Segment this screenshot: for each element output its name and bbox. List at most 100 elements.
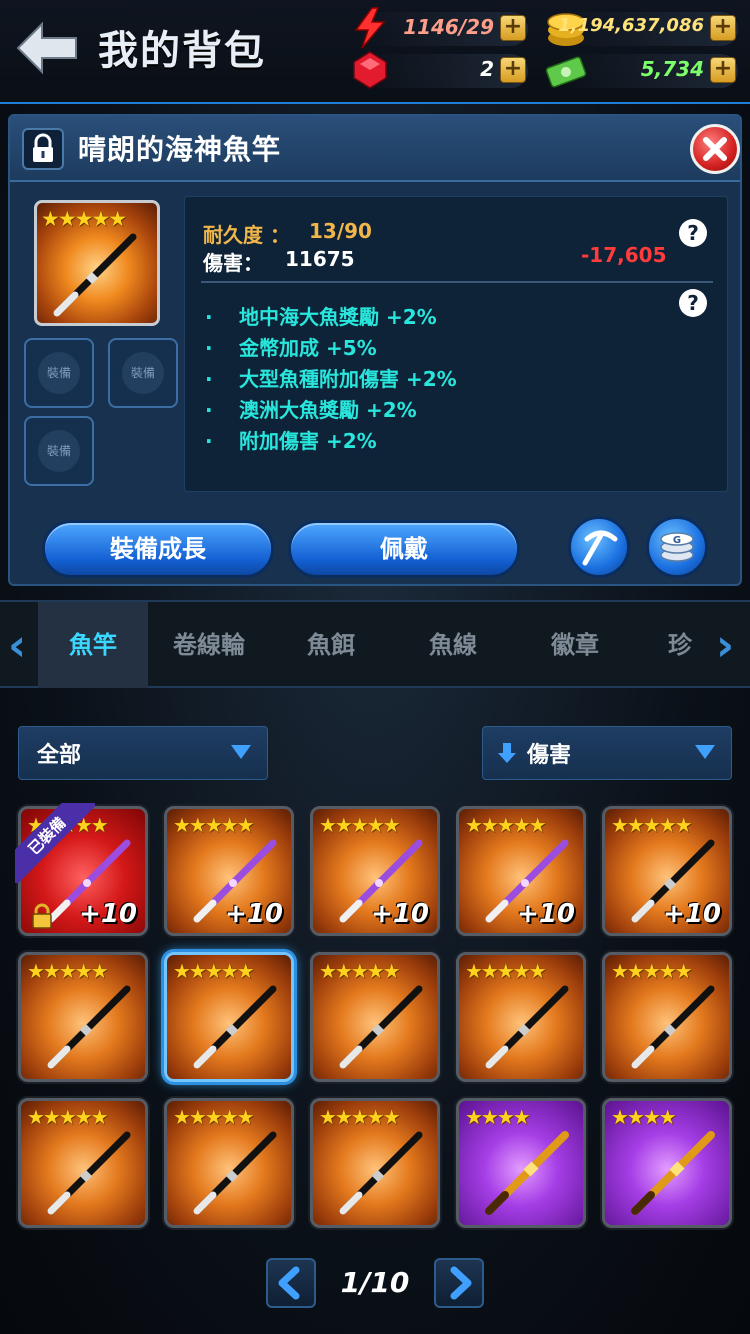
add-gems-button[interactable]: +	[500, 57, 526, 83]
enhance-level-badge: +10	[663, 899, 721, 929]
item-detail-panel: 晴朗的海神魚竿 ★★★★★ 裝備 裝備 裝備 耐久度 ： 13/90 傷害： 1…	[8, 114, 742, 586]
coin-stack-icon: G	[660, 532, 694, 562]
rarity-stars: ★★★★	[465, 1105, 531, 1129]
enhance-level-badge: +10	[225, 899, 283, 929]
accessory-slot-2[interactable]: 裝備	[108, 338, 178, 408]
sell-button[interactable]: G	[646, 516, 708, 578]
rarity-stars: ★★★★★	[319, 959, 401, 983]
back-arrow-icon	[16, 21, 77, 75]
enhance-level-badge: +10	[517, 899, 575, 929]
tab-badges[interactable]: 徽章	[520, 602, 630, 688]
add-energy-button[interactable]: +	[500, 15, 526, 41]
item-name: 晴朗的海神魚竿	[78, 133, 282, 166]
previous-page-button[interactable]	[266, 1258, 316, 1308]
durability-value: 13/90	[309, 219, 372, 243]
craft-button[interactable]	[568, 516, 630, 578]
enhance-level-badge: +10	[371, 899, 429, 929]
inventory-slot[interactable]: ★★★★★	[18, 1098, 148, 1228]
padlock-icon	[33, 133, 53, 162]
inventory-slot[interactable]: ★★★★★ +10	[164, 806, 294, 936]
rarity-stars: ★★★★★	[27, 959, 109, 983]
inventory-slot[interactable]: ★★★★★+10已裝備	[15, 803, 148, 936]
rarity-stars: ★★★★★	[465, 959, 547, 983]
inventory-slot[interactable]: ★★★★★	[456, 952, 586, 1082]
rarity-stars: ★★★★★	[319, 813, 401, 837]
ruby-gem-icon	[353, 51, 387, 89]
equipped-label: 已裝備	[15, 803, 95, 883]
bonus-line: · 金幣加成 +5%	[205, 336, 377, 360]
close-button[interactable]	[690, 124, 740, 174]
accessory-slot-label: 裝備	[38, 352, 80, 394]
item-detail-header: 晴朗的海神魚竿	[10, 116, 740, 182]
tab-treasures[interactable]: 珍珏	[640, 602, 710, 688]
category-filter-value: 全部	[37, 743, 82, 768]
enhance-level-badge: +10	[79, 899, 137, 929]
inventory-slot[interactable]: ★★★★★	[310, 952, 440, 1082]
inventory-slot[interactable]: ★★★★★	[310, 1098, 440, 1228]
durability-label: 耐久度 ：	[203, 223, 290, 247]
bonus-line: · 澳洲大魚獎勵 +2%	[205, 398, 417, 422]
fishing-rod-icon	[339, 985, 423, 1069]
inventory-slot[interactable]: ★★★★	[602, 1098, 732, 1228]
rarity-stars: ★★★★★	[173, 959, 255, 983]
stats-help-icon[interactable]: ?	[679, 219, 707, 247]
gold-value: 1,194,637,086	[558, 15, 704, 36]
accessory-slot-3[interactable]: 裝備	[24, 416, 94, 486]
chevron-left-icon	[278, 1266, 300, 1300]
bonus-line: · 地中海大魚獎勵 +2%	[205, 305, 437, 329]
inventory-slot[interactable]: ★★★★	[456, 1098, 586, 1228]
inventory-slot[interactable]: ★★★★★	[602, 952, 732, 1082]
fishing-rod-icon	[193, 985, 277, 1069]
equip-button[interactable]: 佩戴	[288, 520, 520, 578]
equipped-ribbon: 已裝備	[15, 803, 95, 883]
rarity-stars: ★★★★★	[611, 813, 693, 837]
locked-padlock-icon	[32, 903, 52, 929]
tabs-scroll-right-button[interactable]: ›	[716, 624, 742, 668]
bonus-line: · 附加傷害 +2%	[205, 429, 377, 453]
fishing-rod-icon	[631, 985, 715, 1069]
inventory-slot[interactable]: ★★★★★	[164, 952, 294, 1082]
gold-counter: 1,194,637,086 +	[547, 12, 738, 46]
fishing-rod-icon	[485, 985, 569, 1069]
fishing-rod-icon	[485, 1131, 569, 1215]
back-button[interactable]	[14, 20, 80, 76]
add-cash-button[interactable]: +	[710, 57, 736, 83]
sort-dropdown[interactable]: 傷害	[482, 726, 732, 780]
tabs-scroll-left-button[interactable]: ‹	[8, 624, 34, 668]
damage-label: 傷害：	[203, 251, 263, 275]
rarity-stars: ★★★★★	[173, 1105, 255, 1129]
tab-rods[interactable]: 魚竿	[38, 602, 148, 688]
bonus-help-icon[interactable]: ?	[679, 289, 707, 317]
damage-value: 11675	[285, 247, 355, 271]
category-filter-dropdown[interactable]: 全部	[18, 726, 268, 780]
tab-lures[interactable]: 魚餌	[276, 602, 386, 688]
fishing-rod-icon	[47, 985, 131, 1069]
sort-value: 傷害	[527, 743, 572, 768]
lightning-icon	[354, 7, 386, 49]
inventory-slot[interactable]: ★★★★★	[18, 952, 148, 1082]
tab-reels[interactable]: 卷線輪	[154, 602, 264, 688]
fishing-rod-icon	[53, 233, 137, 317]
fishing-rod-icon	[47, 1131, 131, 1215]
inventory-slot[interactable]: ★★★★★ +10	[602, 806, 732, 936]
close-icon	[703, 137, 727, 161]
accessory-slot-label: 裝備	[122, 352, 164, 394]
gem-value: 2	[480, 57, 494, 81]
stats-divider	[201, 281, 713, 283]
cash-counter: 5,734 +	[545, 54, 738, 88]
lock-toggle-button[interactable]	[22, 128, 64, 170]
item-preview: ★★★★★	[34, 200, 160, 326]
category-tabs: ‹ 魚竿 卷線輪 魚餌 魚線 徽章 珍珏 ›	[0, 600, 750, 688]
cash-value: 5,734	[640, 57, 704, 81]
upgrade-equipment-button[interactable]: 裝備成長	[42, 520, 274, 578]
add-gold-button[interactable]: +	[710, 15, 736, 41]
sort-down-arrow-icon	[498, 743, 516, 763]
next-page-button[interactable]	[434, 1258, 484, 1308]
tab-lines[interactable]: 魚線	[398, 602, 508, 688]
inventory-slot[interactable]: ★★★★★	[164, 1098, 294, 1228]
accessory-slot-label: 裝備	[38, 430, 80, 472]
inventory-slot[interactable]: ★★★★★ +10	[310, 806, 440, 936]
inventory-slot[interactable]: ★★★★★ +10	[456, 806, 586, 936]
accessory-slot-1[interactable]: 裝備	[24, 338, 94, 408]
page-indicator: 1/10	[340, 1266, 410, 1299]
